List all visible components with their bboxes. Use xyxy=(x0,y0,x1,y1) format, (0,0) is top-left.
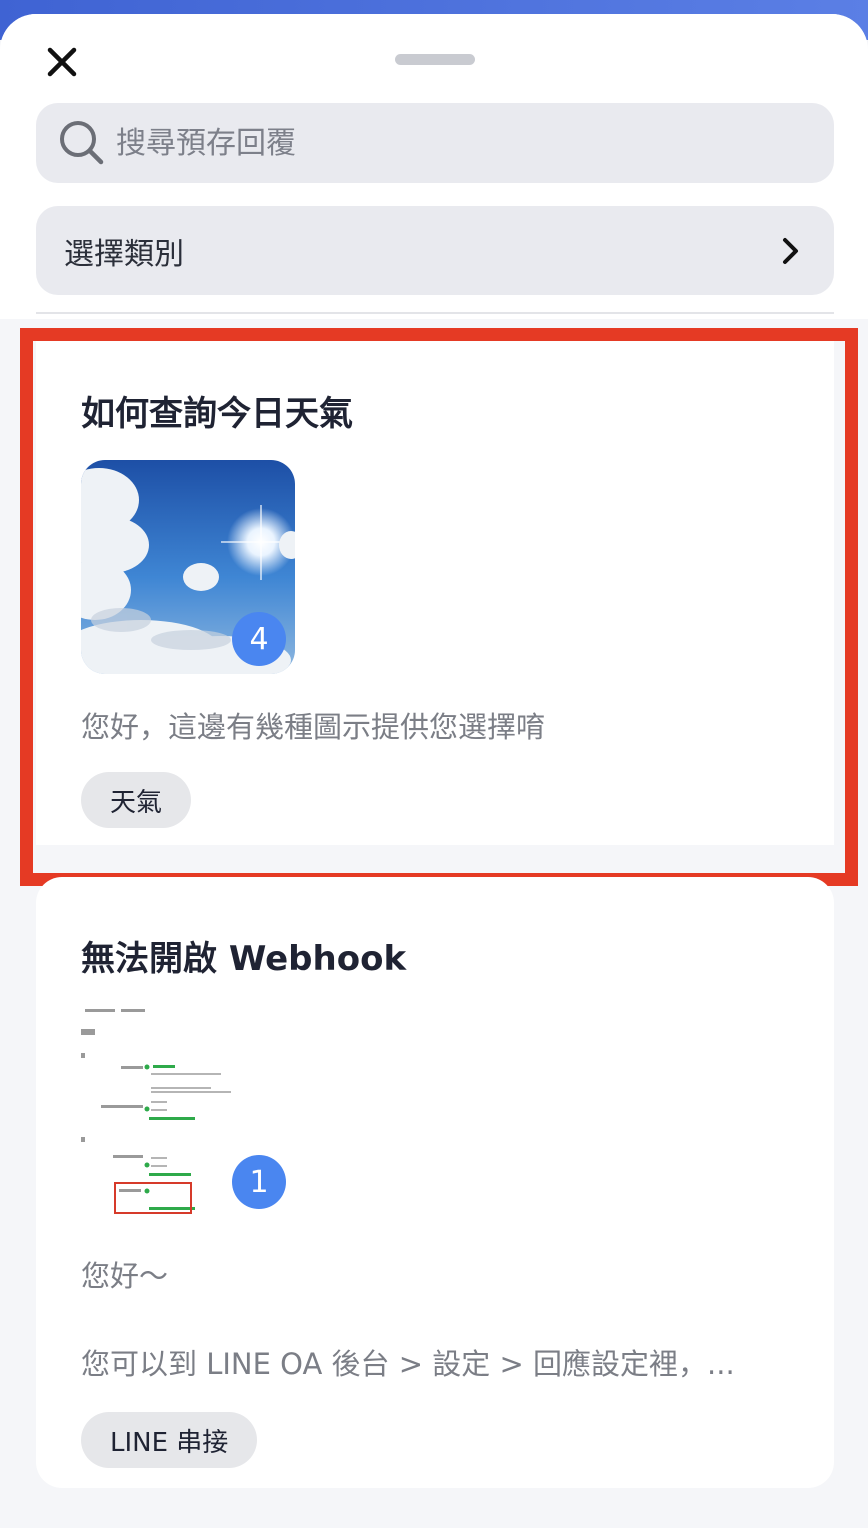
card-preview-text-line2: 您可以到 LINE OA 後台 > 設定 > 回應設定裡，... xyxy=(81,1347,735,1381)
card-title: 如何查詢今日天氣 xyxy=(81,394,353,434)
saved-reply-card[interactable]: 無法開啟 Webhook 1 您好～ 您可以到 LINE OA 後台 > 設定 … xyxy=(36,877,834,1488)
close-button[interactable] xyxy=(40,40,84,84)
search-icon xyxy=(60,121,104,165)
chevron-right-icon xyxy=(783,237,798,264)
sheet-header: 選擇類別 xyxy=(0,14,868,319)
close-icon xyxy=(47,47,77,77)
drag-handle[interactable] xyxy=(395,54,475,65)
saved-reply-card[interactable]: 如何查詢今日天氣 4 您好，這邊有幾種圖示提供您選擇唷 天氣 xyxy=(36,330,834,845)
card-preview-text-line1: 您好～ xyxy=(81,1259,169,1293)
category-tag[interactable]: LINE 串接 xyxy=(81,1412,258,1468)
category-selector[interactable]: 選擇類別 xyxy=(36,206,834,295)
card-title: 無法開啟 Webhook xyxy=(81,939,407,979)
category-label: 選擇類別 xyxy=(64,236,184,272)
divider xyxy=(36,312,834,314)
image-count-badge: 1 xyxy=(232,1155,286,1209)
category-tag[interactable]: 天氣 xyxy=(81,772,192,828)
image-count-badge: 4 xyxy=(232,612,286,666)
card-preview-text: 您好，這邊有幾種圖示提供您選擇唷 xyxy=(81,710,546,744)
search-bar[interactable] xyxy=(36,103,834,183)
search-input[interactable] xyxy=(114,124,798,162)
